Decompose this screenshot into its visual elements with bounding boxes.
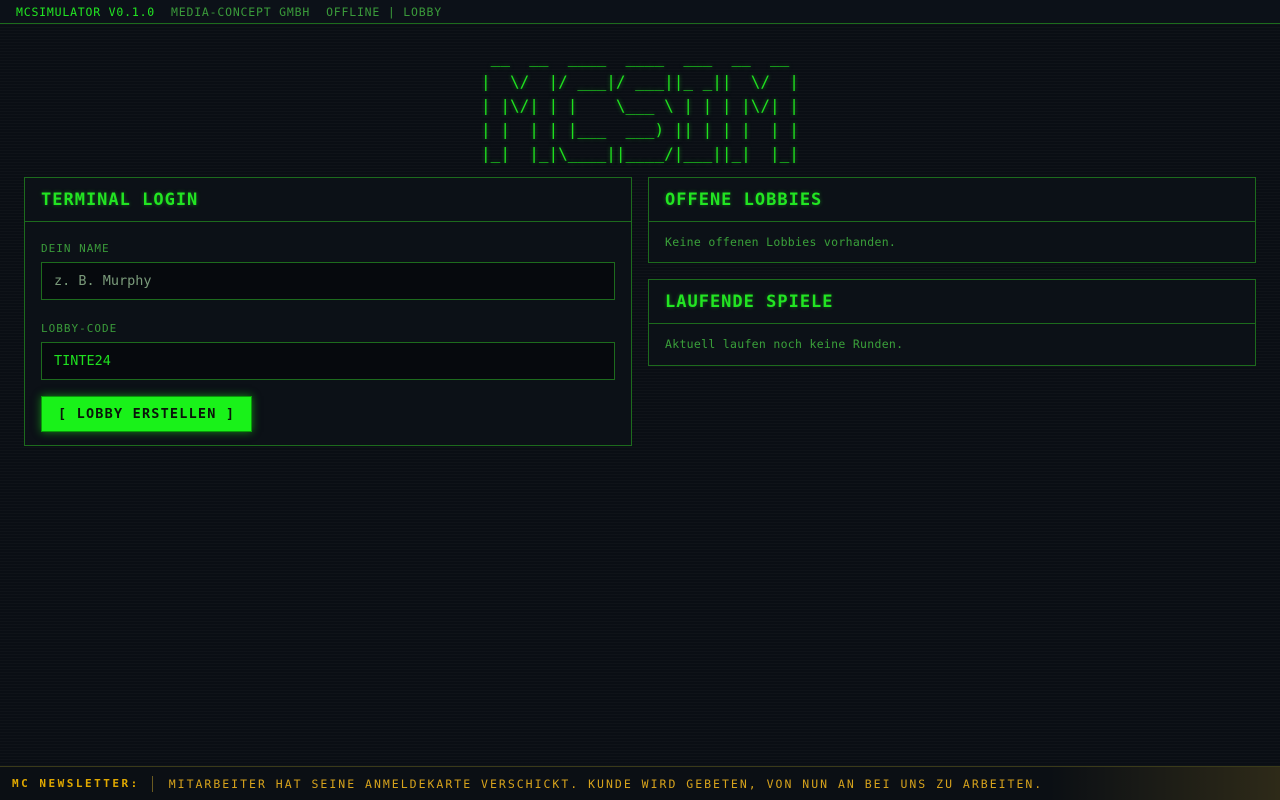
company-name: MEDIA-CONCEPT GMBH — [171, 4, 311, 19]
lobby-code-input[interactable] — [41, 342, 615, 380]
open-lobbies-empty-message: Keine offenen Lobbies vorhanden. — [665, 235, 897, 249]
running-games-body: Aktuell laufen noch keine Runden. — [649, 324, 1255, 363]
name-label: DEIN NAME — [41, 242, 110, 255]
open-lobbies-body: Keine offenen Lobbies vorhanden. — [649, 222, 1255, 261]
lobby-code-label: LOBBY-CODE — [41, 322, 118, 335]
ascii-logo-text: __ __ ____ ____ ___ __ __ | \/ |/ ___|/ … — [481, 48, 799, 163]
app-name: MCSIMULATOR V0.1.0 — [16, 4, 156, 19]
running-games-empty-message: Aktuell laufen noch keine Runden. — [665, 337, 904, 351]
running-games-title: LAUFENDE SPIELE — [649, 280, 1255, 324]
connection-status: OFFLINE | LOBBY — [326, 4, 442, 19]
open-lobbies-title: OFFENE LOBBIES — [649, 178, 1255, 222]
running-games-panel: LAUFENDE SPIELE Aktuell laufen noch kein… — [648, 279, 1256, 366]
top-status-bar: MCSIMULATOR V0.1.0 MEDIA-CONCEPT GMBH OF… — [0, 0, 1280, 24]
name-input[interactable] — [41, 262, 615, 300]
login-panel-body: DEIN NAME LOBBY-CODE [ LOBBY ERSTELLEN ] — [25, 222, 631, 444]
login-panel-title: TERMINAL LOGIN — [25, 178, 631, 222]
terminal-login-panel: TERMINAL LOGIN DEIN NAME LOBBY-CODE [ LO… — [24, 177, 632, 446]
ascii-logo: __ __ ____ ____ ___ __ __ | \/ |/ ___|/ … — [0, 46, 1280, 166]
create-lobby-button[interactable]: [ LOBBY ERSTELLEN ] — [41, 396, 253, 432]
open-lobbies-panel: OFFENE LOBBIES Keine offenen Lobbies vor… — [648, 177, 1256, 263]
newsletter-text: MITARBEITER HAT SEINE ANMELDEKARTE VERSC… — [168, 776, 1044, 791]
newsletter-label: MC NEWSLETTER: — [12, 775, 153, 792]
newsletter-ticker: MC NEWSLETTER: MITARBEITER HAT SEINE ANM… — [0, 766, 1280, 800]
